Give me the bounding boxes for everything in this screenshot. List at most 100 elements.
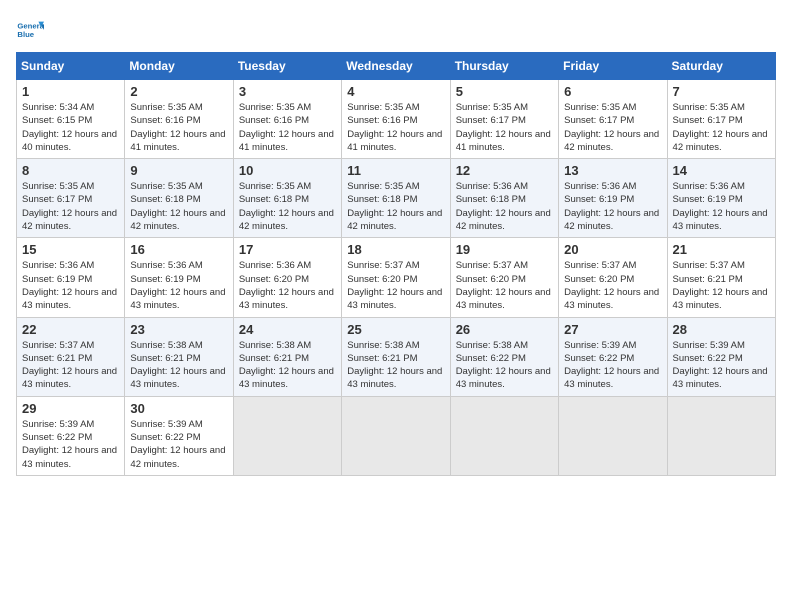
- day-info: Sunrise: 5:39 AMSunset: 6:22 PMDaylight:…: [564, 339, 661, 392]
- calendar-body: 1 Sunrise: 5:34 AMSunset: 6:15 PMDaylight…: [17, 80, 776, 476]
- day-info: Sunrise: 5:39 AMSunset: 6:22 PMDaylight:…: [22, 418, 119, 471]
- day-number: 14: [673, 163, 770, 178]
- calendar-day-29: 29 Sunrise: 5:39 AMSunset: 6:22 PMDayligh…: [17, 396, 125, 475]
- day-number: 5: [456, 84, 553, 99]
- calendar-day-28: 28Sunrise: 5:39 AMSunset: 6:22 PMDayligh…: [667, 317, 775, 396]
- calendar-week-4: 22 Sunrise: 5:37 AMSunset: 6:21 PMDayligh…: [17, 317, 776, 396]
- calendar-week-5: 29 Sunrise: 5:39 AMSunset: 6:22 PMDayligh…: [17, 396, 776, 475]
- calendar-table: SundayMondayTuesdayWednesdayThursdayFrid…: [16, 52, 776, 476]
- calendar-day-5: 5 Sunrise: 5:35 AMSunset: 6:17 PMDaylight…: [450, 80, 558, 159]
- calendar-day-22: 22 Sunrise: 5:37 AMSunset: 6:21 PMDayligh…: [17, 317, 125, 396]
- day-number: 8: [22, 163, 119, 178]
- day-number: 27: [564, 322, 661, 337]
- day-number: 10: [239, 163, 336, 178]
- calendar-day-17: 17 Sunrise: 5:36 AMSunset: 6:20 PMDayligh…: [233, 238, 341, 317]
- calendar-day-25: 25 Sunrise: 5:38 AMSunset: 6:21 PMDayligh…: [342, 317, 450, 396]
- day-info: Sunrise: 5:37 AMSunset: 6:21 PMDaylight:…: [22, 339, 119, 392]
- day-number: 23: [130, 322, 227, 337]
- day-number: 16: [130, 242, 227, 257]
- weekday-header-monday: Monday: [125, 53, 233, 80]
- calendar-day-4: 4 Sunrise: 5:35 AMSunset: 6:16 PMDaylight…: [342, 80, 450, 159]
- day-info: Sunrise: 5:36 AMSunset: 6:18 PMDaylight:…: [456, 180, 553, 233]
- calendar-day-19: 19 Sunrise: 5:37 AMSunset: 6:20 PMDayligh…: [450, 238, 558, 317]
- day-info: Sunrise: 5:36 AMSunset: 6:20 PMDaylight:…: [239, 259, 336, 312]
- calendar-day-empty: [667, 396, 775, 475]
- day-info: Sunrise: 5:36 AMSunset: 6:19 PMDaylight:…: [564, 180, 661, 233]
- day-info: Sunrise: 5:39 AMSunset: 6:22 PMDaylight:…: [130, 418, 227, 471]
- day-info: Sunrise: 5:38 AMSunset: 6:21 PMDaylight:…: [239, 339, 336, 392]
- weekday-header-sunday: Sunday: [17, 53, 125, 80]
- calendar-day-14: 14 Sunrise: 5:36 AMSunset: 6:19 PMDayligh…: [667, 159, 775, 238]
- calendar-day-empty: [450, 396, 558, 475]
- day-number: 24: [239, 322, 336, 337]
- day-info: Sunrise: 5:34 AMSunset: 6:15 PMDaylight:…: [22, 101, 119, 154]
- calendar-day-12: 12Sunrise: 5:36 AMSunset: 6:18 PMDayligh…: [450, 159, 558, 238]
- calendar-header: SundayMondayTuesdayWednesdayThursdayFrid…: [17, 53, 776, 80]
- day-info: Sunrise: 5:36 AMSunset: 6:19 PMDaylight:…: [673, 180, 770, 233]
- day-info: Sunrise: 5:35 AMSunset: 6:17 PMDaylight:…: [22, 180, 119, 233]
- day-info: Sunrise: 5:37 AMSunset: 6:20 PMDaylight:…: [347, 259, 444, 312]
- calendar-day-30: 30 Sunrise: 5:39 AMSunset: 6:22 PMDayligh…: [125, 396, 233, 475]
- weekday-header-row: SundayMondayTuesdayWednesdayThursdayFrid…: [17, 53, 776, 80]
- weekday-header-tuesday: Tuesday: [233, 53, 341, 80]
- day-number: 30: [130, 401, 227, 416]
- calendar-week-2: 8 Sunrise: 5:35 AMSunset: 6:17 PMDaylight…: [17, 159, 776, 238]
- day-number: 20: [564, 242, 661, 257]
- day-number: 3: [239, 84, 336, 99]
- day-number: 18: [347, 242, 444, 257]
- day-number: 6: [564, 84, 661, 99]
- weekday-header-saturday: Saturday: [667, 53, 775, 80]
- calendar-day-empty: [342, 396, 450, 475]
- calendar-day-empty: [559, 396, 667, 475]
- calendar-day-23: 23 Sunrise: 5:38 AMSunset: 6:21 PMDayligh…: [125, 317, 233, 396]
- calendar-day-20: 20 Sunrise: 5:37 AMSunset: 6:20 PMDayligh…: [559, 238, 667, 317]
- day-info: Sunrise: 5:35 AMSunset: 6:16 PMDaylight:…: [239, 101, 336, 154]
- calendar-day-9: 9 Sunrise: 5:35 AMSunset: 6:18 PMDaylight…: [125, 159, 233, 238]
- calendar-day-21: 21 Sunrise: 5:37 AMSunset: 6:21 PMDayligh…: [667, 238, 775, 317]
- day-number: 25: [347, 322, 444, 337]
- day-number: 13: [564, 163, 661, 178]
- svg-text:Blue: Blue: [17, 30, 34, 39]
- logo: General Blue: [16, 16, 44, 44]
- day-info: Sunrise: 5:35 AMSunset: 6:16 PMDaylight:…: [130, 101, 227, 154]
- day-info: Sunrise: 5:35 AMSunset: 6:18 PMDaylight:…: [130, 180, 227, 233]
- day-info: Sunrise: 5:38 AMSunset: 6:22 PMDaylight:…: [456, 339, 553, 392]
- weekday-header-wednesday: Wednesday: [342, 53, 450, 80]
- day-number: 2: [130, 84, 227, 99]
- day-info: Sunrise: 5:35 AMSunset: 6:16 PMDaylight:…: [347, 101, 444, 154]
- day-number: 17: [239, 242, 336, 257]
- calendar-week-3: 15 Sunrise: 5:36 AMSunset: 6:19 PMDayligh…: [17, 238, 776, 317]
- day-number: 26: [456, 322, 553, 337]
- day-number: 1: [22, 84, 119, 99]
- day-number: 21: [673, 242, 770, 257]
- calendar-week-1: 1 Sunrise: 5:34 AMSunset: 6:15 PMDaylight…: [17, 80, 776, 159]
- day-info: Sunrise: 5:37 AMSunset: 6:20 PMDaylight:…: [456, 259, 553, 312]
- day-number: 15: [22, 242, 119, 257]
- calendar-day-16: 16 Sunrise: 5:36 AMSunset: 6:19 PMDayligh…: [125, 238, 233, 317]
- day-number: 19: [456, 242, 553, 257]
- day-info: Sunrise: 5:36 AMSunset: 6:19 PMDaylight:…: [130, 259, 227, 312]
- day-info: Sunrise: 5:37 AMSunset: 6:21 PMDaylight:…: [673, 259, 770, 312]
- calendar-day-26: 26 Sunrise: 5:38 AMSunset: 6:22 PMDayligh…: [450, 317, 558, 396]
- calendar-day-empty: [233, 396, 341, 475]
- calendar-day-18: 18 Sunrise: 5:37 AMSunset: 6:20 PMDayligh…: [342, 238, 450, 317]
- day-number: 9: [130, 163, 227, 178]
- weekday-header-friday: Friday: [559, 53, 667, 80]
- day-number: 28: [673, 322, 770, 337]
- calendar-day-15: 15Sunrise: 5:36 AMSunset: 6:19 PMDayligh…: [17, 238, 125, 317]
- day-number: 22: [22, 322, 119, 337]
- day-number: 4: [347, 84, 444, 99]
- calendar-day-1: 1 Sunrise: 5:34 AMSunset: 6:15 PMDaylight…: [17, 80, 125, 159]
- calendar-day-7: 7 Sunrise: 5:35 AMSunset: 6:17 PMDaylight…: [667, 80, 775, 159]
- day-info: Sunrise: 5:38 AMSunset: 6:21 PMDaylight:…: [347, 339, 444, 392]
- day-info: Sunrise: 5:35 AMSunset: 6:17 PMDaylight:…: [456, 101, 553, 154]
- calendar-day-2: 2 Sunrise: 5:35 AMSunset: 6:16 PMDaylight…: [125, 80, 233, 159]
- day-info: Sunrise: 5:35 AMSunset: 6:17 PMDaylight:…: [673, 101, 770, 154]
- day-number: 29: [22, 401, 119, 416]
- calendar-day-24: 24 Sunrise: 5:38 AMSunset: 6:21 PMDayligh…: [233, 317, 341, 396]
- day-info: Sunrise: 5:37 AMSunset: 6:20 PMDaylight:…: [564, 259, 661, 312]
- day-number: 7: [673, 84, 770, 99]
- day-info: Sunrise: 5:35 AMSunset: 6:18 PMDaylight:…: [239, 180, 336, 233]
- day-info: Sunrise: 5:38 AMSunset: 6:21 PMDaylight:…: [130, 339, 227, 392]
- day-info: Sunrise: 5:35 AMSunset: 6:18 PMDaylight:…: [347, 180, 444, 233]
